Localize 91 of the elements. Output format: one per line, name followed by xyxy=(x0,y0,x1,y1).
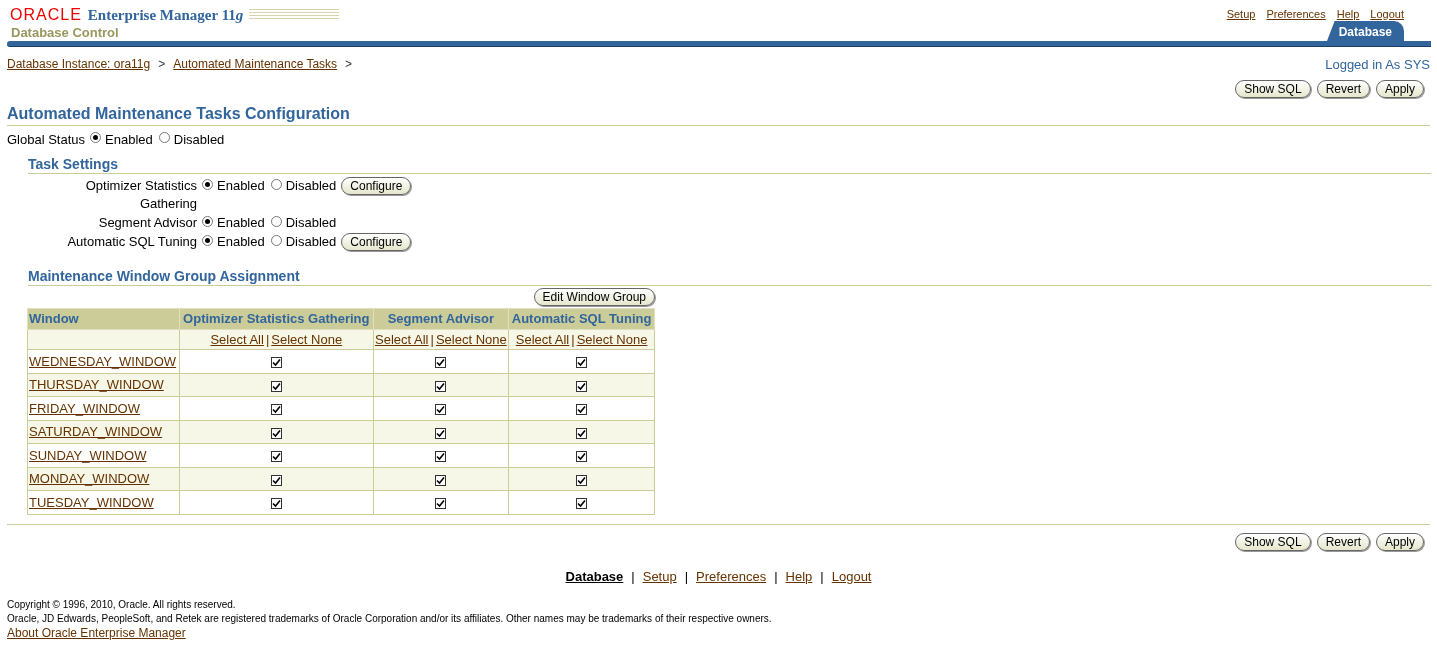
product-name: Enterprise Manager 11g xyxy=(87,6,244,24)
radio-label: Enabled xyxy=(217,214,265,233)
select-none-link[interactable]: Select None xyxy=(435,331,507,347)
action-button[interactable]: Show SQL xyxy=(1235,79,1311,98)
link-separator: | xyxy=(774,567,778,586)
breadcrumb-separator: > xyxy=(345,56,353,73)
radio-button[interactable] xyxy=(90,131,102,143)
footer-link[interactable]: Logout xyxy=(831,566,872,586)
radio-label: Enabled xyxy=(105,130,153,149)
column-header: Optimizer Statistics Gathering xyxy=(179,308,374,329)
checkbox[interactable] xyxy=(435,451,447,462)
trademark-text: Oracle, JD Edwards, PeopleSoft, and Retek are registered trademarks of Oracle Corporation and/or its affiliates. Other names may be trademarks of their respective owners. xyxy=(7,612,773,626)
radio-label: Disabled xyxy=(285,177,337,196)
action-button[interactable]: Revert xyxy=(1316,532,1370,551)
footer-link[interactable]: Help xyxy=(785,566,813,586)
radio-button[interactable] xyxy=(158,131,170,143)
select-none-link[interactable]: Select None xyxy=(271,331,343,347)
radio-button[interactable] xyxy=(202,234,213,246)
action-button[interactable]: Apply xyxy=(1375,532,1424,551)
checkbox[interactable] xyxy=(576,404,588,415)
breadcrumb-link[interactable]: Database Instance: ora11g xyxy=(7,55,151,98)
edit-window-group-button[interactable]: Edit Window Group xyxy=(533,288,655,306)
link-separator: | xyxy=(265,331,270,347)
select-all-link[interactable]: Select All xyxy=(375,331,429,347)
global-link[interactable]: Help xyxy=(1336,6,1360,23)
radio-button[interactable] xyxy=(202,178,213,190)
column-header: Window xyxy=(27,308,180,329)
checkbox[interactable] xyxy=(576,474,588,486)
action-button[interactable]: Revert xyxy=(1316,79,1370,98)
select-all-link[interactable]: Select All xyxy=(210,331,264,347)
login-status: Logged in As SYS xyxy=(1325,56,1430,74)
configure-button[interactable]: Configure xyxy=(341,233,412,251)
breadcrumb-link[interactable]: Automated Maintenance Tasks xyxy=(173,55,338,98)
checkbox[interactable] xyxy=(270,427,282,439)
checkbox[interactable] xyxy=(270,474,282,486)
link-separator: | xyxy=(820,567,824,586)
radio-label: Disabled xyxy=(285,233,337,252)
checkbox[interactable] xyxy=(435,427,447,439)
column-header: Segment Advisor xyxy=(373,308,509,329)
page-title: Automated Maintenance Tasks Configuration xyxy=(7,103,351,124)
link-separator: | xyxy=(684,567,689,586)
checkbox[interactable] xyxy=(576,380,588,392)
configure-button[interactable]: Configure xyxy=(341,177,412,195)
section-heading: Maintenance Window Group Assignment xyxy=(28,267,301,285)
column-header: Automatic SQL Tuning xyxy=(508,308,655,329)
checkbox[interactable] xyxy=(576,427,588,439)
radio-button[interactable] xyxy=(270,178,282,190)
breadcrumb-separator: > xyxy=(158,56,166,73)
checkbox[interactable] xyxy=(270,404,282,415)
footer-link[interactable]: Database xyxy=(565,566,624,586)
global-link[interactable]: Setup xyxy=(1226,6,1256,23)
checkbox[interactable] xyxy=(270,380,282,392)
checkbox[interactable] xyxy=(435,474,447,486)
checkbox[interactable] xyxy=(576,498,588,509)
link-separator: | xyxy=(430,331,434,347)
global-link[interactable]: Logout xyxy=(1370,6,1404,23)
checkbox[interactable] xyxy=(270,357,282,368)
link-separator: | xyxy=(571,331,575,347)
field-label: Automatic SQL Tuning xyxy=(66,233,198,251)
select-none-link[interactable]: Select None xyxy=(576,331,648,347)
select-all-link[interactable]: Select All xyxy=(515,331,570,347)
footer-link[interactable]: Preferences xyxy=(696,566,767,586)
checkbox[interactable] xyxy=(435,357,447,368)
radio-label: Disabled xyxy=(173,130,225,149)
checkbox[interactable] xyxy=(576,357,588,368)
global-link[interactable]: Preferences xyxy=(1266,6,1326,23)
footer-link[interactable]: Setup xyxy=(642,566,677,586)
radio-label: Disabled xyxy=(285,214,337,233)
radio-button[interactable] xyxy=(270,234,282,246)
section-heading: Task Settings xyxy=(28,155,119,173)
checkbox[interactable] xyxy=(270,451,282,462)
radio-button[interactable] xyxy=(270,215,282,227)
checkbox[interactable] xyxy=(435,404,447,415)
subtitle: Database Control xyxy=(11,24,119,42)
radio-button[interactable] xyxy=(202,215,213,227)
tab[interactable]: Database xyxy=(1326,21,1404,42)
action-button[interactable]: Show SQL xyxy=(1235,532,1311,551)
checkbox[interactable] xyxy=(435,380,447,392)
radio-label: Enabled xyxy=(217,233,265,252)
action-button[interactable]: Apply xyxy=(1375,79,1424,98)
copyright-text: Copyright © 1996, 2010, Oracle. All rights reserved. xyxy=(7,598,237,612)
checkbox[interactable] xyxy=(576,451,588,462)
field-label: Optimizer Statistics Gathering xyxy=(84,177,198,213)
logo: ORACLE xyxy=(10,6,82,24)
checkbox[interactable] xyxy=(270,498,282,509)
radio-label: Enabled xyxy=(217,177,265,196)
about-link[interactable]: About Oracle Enterprise Manager xyxy=(7,626,186,640)
checkbox[interactable] xyxy=(435,498,447,509)
link-separator: | xyxy=(631,567,635,586)
field-label: Global Status xyxy=(7,130,86,149)
field-label: Segment Advisor xyxy=(97,214,198,232)
